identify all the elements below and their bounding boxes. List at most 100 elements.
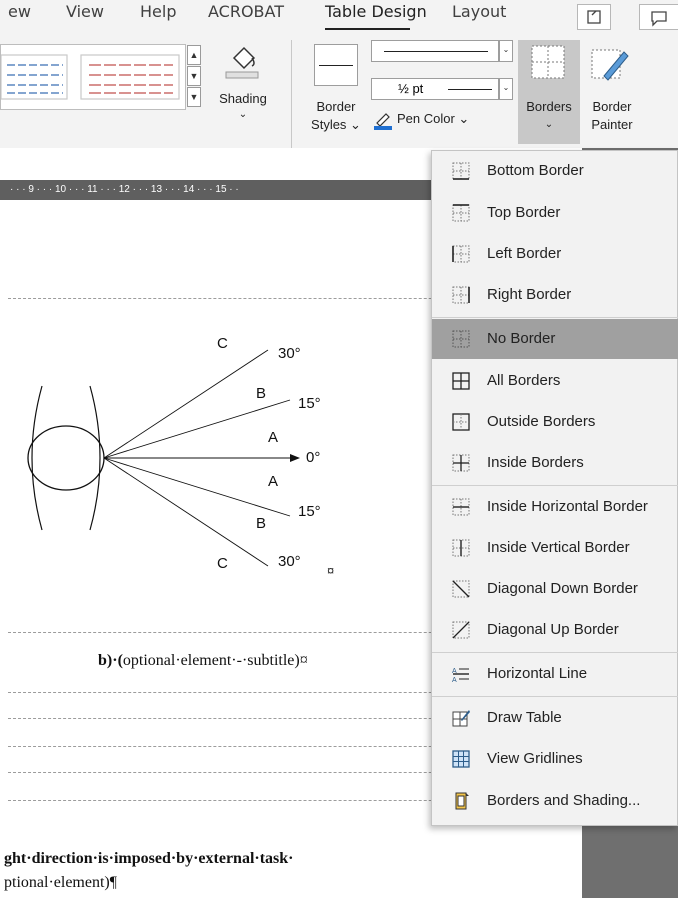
shading-button[interactable]: Shading ⌄	[208, 38, 278, 138]
menu-item-no-border[interactable]: No Border	[432, 319, 678, 359]
shading-label: Shading	[219, 91, 267, 106]
ray-15-up	[103, 399, 291, 459]
tab-review[interactable]: ew	[8, 2, 31, 21]
diagonal-up-border-icon	[452, 621, 470, 639]
paint-bucket-icon	[225, 46, 259, 79]
share-icon[interactable]	[577, 4, 611, 30]
menu-item-label: Horizontal Line	[487, 665, 588, 682]
menu-item-right-border[interactable]: Right Border	[432, 275, 678, 315]
draw-table-icon	[452, 710, 470, 727]
label-c-bottom: C	[217, 555, 228, 572]
label-15-top: 15°	[298, 395, 321, 412]
menu-separator	[432, 652, 678, 653]
border-styles-label-1: Border	[316, 99, 356, 114]
menu-item-inside-borders[interactable]: Inside Borders	[432, 443, 678, 483]
body-text-line[interactable]: ptional·element)¶	[4, 874, 117, 892]
label-a-bottom: A	[268, 473, 278, 490]
menu-item-outside-borders[interactable]: Outside Borders	[432, 402, 678, 442]
label-a-top: A	[268, 429, 278, 446]
no-border-icon	[452, 330, 470, 348]
tab-acrobat[interactable]: ACROBAT	[208, 2, 284, 21]
menu-separator	[432, 696, 678, 697]
menu-item-draw-table[interactable]: Draw Table	[432, 698, 678, 738]
borders-icon	[531, 45, 565, 79]
subtitle-bold-part: b)·(	[98, 652, 123, 669]
ray-30-down	[103, 457, 269, 567]
gallery-scroll-up-button[interactable]: ▲	[187, 45, 201, 65]
table-styles-gallery[interactable]	[0, 44, 186, 110]
shading-dropdown-chevron: ⌄	[238, 109, 248, 120]
border-painter-button[interactable]: Border Painter	[582, 40, 642, 144]
label-15-bottom: 15°	[298, 503, 321, 520]
menu-separator	[432, 485, 678, 486]
menu-item-inside-horizontal-border[interactable]: Inside Horizontal Border	[432, 487, 678, 527]
tab-view[interactable]: View	[66, 2, 104, 21]
pen-color-label: Pen Color	[397, 111, 455, 126]
line-style-dropdown[interactable]	[371, 40, 499, 62]
view-gridlines-icon	[452, 750, 470, 768]
menu-separator	[432, 317, 678, 318]
pen-color-button[interactable]: Pen Color ⌄	[373, 108, 501, 132]
borders-and-shading-icon	[455, 792, 469, 810]
menu-item-horizontal-line[interactable]: AA Horizontal Line	[432, 654, 678, 694]
comments-icon[interactable]	[639, 4, 678, 30]
menu-item-label: Draw Table	[487, 709, 562, 726]
label-b-bottom: B	[256, 515, 266, 532]
eye-shape	[27, 425, 105, 491]
label-0: 0°	[306, 449, 320, 466]
label-c-top: C	[217, 335, 228, 352]
menu-item-top-border[interactable]: Top Border	[432, 193, 678, 233]
bottom-border-icon	[452, 162, 470, 180]
borders-button[interactable]: Borders ⌄	[518, 40, 580, 144]
outside-borders-icon	[452, 413, 470, 431]
menu-item-label: Inside Vertical Border	[487, 539, 630, 556]
viewing-angle-diagram[interactable]: C 30° B 15° A 0° A 15° B C 30°	[0, 320, 430, 590]
horizontal-line-icon: AA	[452, 668, 469, 683]
line-weight-dropdown-arrow[interactable]: ⌄	[499, 78, 513, 100]
tab-table-design[interactable]: Table Design	[325, 2, 427, 21]
border-styles-button[interactable]: Border Styles ⌄	[304, 40, 366, 140]
border-painter-label-1: Border	[592, 99, 632, 114]
gallery-scroll-down-button[interactable]: ▼	[187, 66, 201, 86]
cell-end-marker: ¤	[327, 563, 335, 578]
menu-item-bottom-border[interactable]: Bottom Border	[432, 151, 678, 191]
gallery-expand-button[interactable]: ▼	[187, 87, 201, 107]
tab-help[interactable]: Help	[140, 2, 176, 21]
ray-0-arrowhead	[290, 454, 300, 462]
svg-text:A: A	[452, 677, 457, 683]
top-border-icon	[452, 204, 470, 222]
menu-item-view-gridlines[interactable]: View Gridlines	[432, 739, 678, 779]
subtitle-text: optional·element·-·subtitle)¤	[122, 652, 308, 669]
menu-item-inside-vertical-border[interactable]: Inside Vertical Border	[432, 528, 678, 568]
line-style-dropdown-arrow[interactable]: ⌄	[499, 40, 513, 62]
ray-30-up	[103, 349, 269, 459]
tab-layout[interactable]: Layout	[452, 2, 506, 21]
menu-item-left-border[interactable]: Left Border	[432, 234, 678, 274]
label-b-top: B	[256, 385, 266, 402]
menu-item-diagonal-up-border[interactable]: Diagonal Up Border	[432, 610, 678, 650]
menu-item-label: Right Border	[487, 286, 572, 303]
label-30-bottom: 30°	[278, 553, 301, 570]
inside-vertical-border-icon	[452, 539, 470, 557]
body-heading-line[interactable]: ght·direction·is·imposed·by·external·tas…	[4, 850, 294, 868]
label-30-top: 30°	[278, 345, 301, 362]
horizontal-ruler[interactable]: · · · 9 · · · 10 · · · 11 · · · 12 · · ·…	[0, 180, 432, 200]
menu-item-diagonal-down-border[interactable]: Diagonal Down Border	[432, 569, 678, 609]
pen-color-icon	[374, 113, 392, 130]
borders-dropdown-chevron: ⌄	[544, 119, 554, 130]
diagonal-down-border-icon	[452, 580, 470, 598]
figure-subtitle[interactable]: b)·(optional·element·-·subtitle)¤	[98, 652, 308, 670]
menu-item-label: No Border	[487, 330, 556, 347]
menu-item-label: Inside Borders	[487, 454, 584, 471]
line-weight-dropdown[interactable]: ½ pt	[371, 78, 499, 100]
ray-15-down	[103, 457, 291, 517]
inside-borders-icon	[452, 454, 470, 472]
menu-item-label: Inside Horizontal Border	[487, 498, 648, 515]
menu-item-label: Diagonal Down Border	[487, 580, 638, 597]
menu-item-label: Bottom Border	[487, 162, 584, 179]
menu-item-borders-and-shading[interactable]: Borders and Shading...	[432, 781, 678, 821]
menu-item-label: View Gridlines	[487, 750, 583, 767]
table-style-thumbnails[interactable]	[0, 45, 187, 109]
left-border-icon	[452, 245, 470, 263]
menu-item-all-borders[interactable]: All Borders	[432, 361, 678, 401]
